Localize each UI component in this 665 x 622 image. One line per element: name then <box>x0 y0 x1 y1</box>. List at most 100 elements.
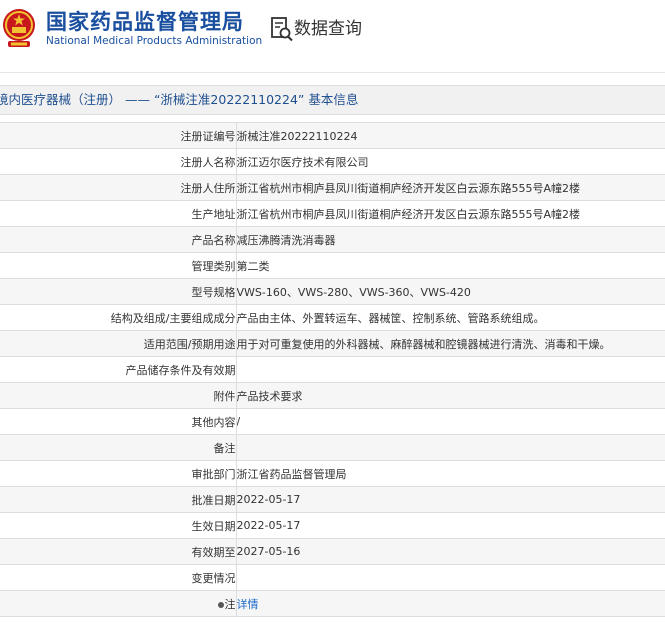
table-row: 生产地址 浙江省杭州市桐庐县凤川街道桐庐经济开发区白云源东路555号A幢2楼 <box>0 200 665 227</box>
record-title-bar: 境内医疗器械（注册） —— “浙械注准20222110224” 基本信息 <box>0 85 665 115</box>
table-row: 结构及组成/主要组成成分 产品由主体、外置转运车、器械筐、控制系统、管路系统组成。 <box>0 304 665 331</box>
field-value-text: 产品由主体、外置转运车、器械筐、控制系统、管路系统组成。 <box>236 311 545 325</box>
table-row: 批准日期 2022-05-17 <box>0 486 665 513</box>
table-row: 产品名称 减压沸腾清洗消毒器 <box>0 226 665 253</box>
field-label: 注册证编号 <box>0 122 237 149</box>
field-value-text: VWS-160、VWS-280、VWS-360、VWS-420 <box>236 285 471 299</box>
table-row: 管理类别 第二类 <box>0 252 665 279</box>
field-label-text: 产品名称 <box>191 233 236 247</box>
field-value-text: 浙江省杭州市桐庐县凤川街道桐庐经济开发区白云源东路555号A幢2楼 <box>236 207 581 221</box>
field-value: 浙械注准20222110224 <box>236 122 665 149</box>
field-label-text: 生效日期 <box>191 519 236 533</box>
field-label-text: 结构及组成/主要组成成分 <box>110 311 236 325</box>
field-label: 备注 <box>0 434 237 461</box>
field-label-text: 管理类别 <box>191 259 236 273</box>
field-label-text: 注册人住所 <box>180 181 236 195</box>
field-label-text: 备注 <box>213 441 236 455</box>
field-label-text: 注册证编号 <box>180 129 236 143</box>
field-label-text: 附件 <box>213 389 236 403</box>
field-label: 管理类别 <box>0 252 237 279</box>
field-value: 浙江省药品监督管理局 <box>236 460 665 487</box>
table-row: 生效日期 2022-05-17 <box>0 512 665 539</box>
field-value-text: 浙江迈尔医疗技术有限公司 <box>236 155 369 169</box>
field-value: 详情 <box>236 590 665 617</box>
field-label: 附件 <box>0 382 237 409</box>
table-row: 注册证编号 浙械注准20222110224 <box>0 122 665 149</box>
field-label: 注册人名称 <box>0 148 237 175</box>
field-label: 生效日期 <box>0 512 237 539</box>
field-label: 型号规格 <box>0 278 237 305</box>
field-value: 用于对可重复使用的外科器械、麻醉器械和腔镜器械进行清洗、消毒和干燥。 <box>236 330 665 357</box>
field-label-text: 生产地址 <box>191 207 236 221</box>
table-row: 注详情 <box>0 590 665 617</box>
field-value-text: 2022-05-17 <box>236 493 301 506</box>
field-label: 注册人住所 <box>0 174 237 201</box>
field-label-text: 注册人名称 <box>180 155 236 169</box>
org-name-en: National Medical Products Administration <box>46 35 263 47</box>
field-value-text: 浙江省药品监督管理局 <box>236 467 347 481</box>
search-document-icon <box>271 17 293 42</box>
details-link[interactable]: 详情 <box>237 598 259 611</box>
field-label: 产品名称 <box>0 226 237 253</box>
field-value-text: 用于对可重复使用的外科器械、麻醉器械和腔镜器械进行清洗、消毒和干燥。 <box>236 337 611 351</box>
field-label-text: 有效期至 <box>191 545 236 559</box>
field-value-text: 第二类 <box>236 259 270 273</box>
table-row: 适用范围/预期用途 用于对可重复使用的外科器械、麻醉器械和腔镜器械进行清洗、消毒和… <box>0 330 665 357</box>
field-label-text: 批准日期 <box>191 493 236 507</box>
record-title: 境内医疗器械（注册） —— “浙械注准20222110224” 基本信息 <box>0 92 359 107</box>
registration-info-table: 注册证编号 浙械注准20222110224 注册人名称 浙江迈尔医疗技术有限公司 注册人… <box>0 122 665 617</box>
field-label: 其他内容 <box>0 408 237 435</box>
field-value: 2027-05-16 <box>236 538 665 565</box>
field-value: 浙江省杭州市桐庐县凤川街道桐庐经济开发区白云源东路555号A幢2楼 <box>236 200 665 227</box>
field-value-text: 产品技术要求 <box>236 389 303 403</box>
field-value: 2022-05-17 <box>236 512 665 539</box>
table-row: 产品储存条件及有效期 <box>0 356 665 383</box>
org-name-cn: 国家药品监督管理局 <box>46 10 244 34</box>
table-row: 附件 产品技术要求 <box>0 382 665 409</box>
field-label: 产品储存条件及有效期 <box>0 356 237 383</box>
field-label: 批准日期 <box>0 486 237 513</box>
table-row: 有效期至 2027-05-16 <box>0 538 665 565</box>
table-row: 审批部门 浙江省药品监督管理局 <box>0 460 665 487</box>
field-value <box>236 434 665 461</box>
field-label-text: 注 <box>224 597 236 611</box>
field-label-text: 其他内容 <box>191 415 236 429</box>
field-value: 减压沸腾清洗消毒器 <box>236 226 665 253</box>
national-emblem-icon <box>3 9 35 47</box>
field-label: 审批部门 <box>0 460 237 487</box>
table-row: 其他内容 / <box>0 408 665 435</box>
data-query-title: 数据查询 <box>294 19 362 39</box>
field-label-text: 适用范围/预期用途 <box>143 337 236 351</box>
field-value: 产品由主体、外置转运车、器械筐、控制系统、管路系统组成。 <box>236 304 665 331</box>
field-label-text: 产品储存条件及有效期 <box>125 363 236 377</box>
field-label-text: 变更情况 <box>191 571 236 585</box>
field-value: 产品技术要求 <box>236 382 665 409</box>
field-value: 第二类 <box>236 252 665 279</box>
field-label-text: 型号规格 <box>191 285 236 299</box>
field-value-text: 浙江省杭州市桐庐县凤川街道桐庐经济开发区白云源东路555号A幢2楼 <box>236 181 581 195</box>
table-row: 变更情况 <box>0 564 665 591</box>
field-value <box>236 564 665 591</box>
field-label: 有效期至 <box>0 538 237 565</box>
field-value-text: 减压沸腾清洗消毒器 <box>236 233 336 247</box>
field-value: 浙江迈尔医疗技术有限公司 <box>236 148 665 175</box>
table-row: 备注 <box>0 434 665 461</box>
field-value-text: 2022-05-17 <box>236 519 301 532</box>
note-marker-icon <box>217 601 224 608</box>
table-row: 注册人住所 浙江省杭州市桐庐县凤川街道桐庐经济开发区白云源东路555号A幢2楼 <box>0 174 665 201</box>
table-row: 注册人名称 浙江迈尔医疗技术有限公司 <box>0 148 665 175</box>
field-value-text: / <box>236 415 241 428</box>
field-value-text: 浙械注准20222110224 <box>236 129 358 143</box>
field-value: VWS-160、VWS-280、VWS-360、VWS-420 <box>236 278 665 305</box>
field-value: 浙江省杭州市桐庐县凤川街道桐庐经济开发区白云源东路555号A幢2楼 <box>236 174 665 201</box>
table-row: 型号规格 VWS-160、VWS-280、VWS-360、VWS-420 <box>0 278 665 305</box>
field-value: 2022-05-17 <box>236 486 665 513</box>
field-label: 变更情况 <box>0 564 237 591</box>
field-value-text: 2027-05-16 <box>236 545 301 558</box>
field-label: 适用范围/预期用途 <box>0 330 237 357</box>
field-label-text: 审批部门 <box>191 467 236 481</box>
field-label: 生产地址 <box>0 200 237 227</box>
field-label: 注 <box>0 590 237 617</box>
field-value: / <box>236 408 665 435</box>
field-value <box>236 356 665 383</box>
